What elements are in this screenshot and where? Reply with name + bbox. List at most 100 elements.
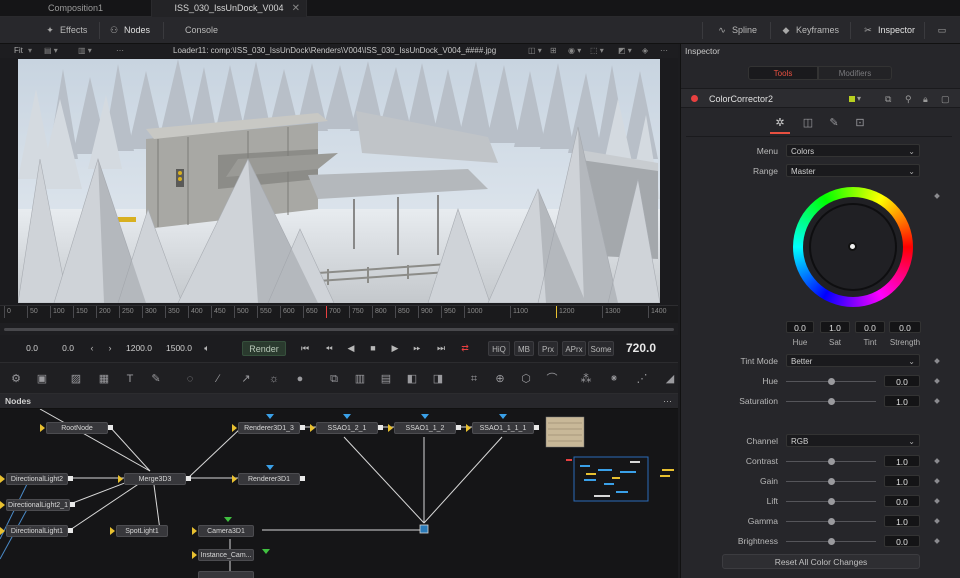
tab-settings[interactable]: ⊡ [850, 116, 870, 134]
node-input-pin[interactable] [232, 475, 237, 483]
tab-options[interactable]: ✎ [824, 116, 844, 134]
current-time-display[interactable]: 720.0 [618, 341, 664, 356]
node-input-pin[interactable] [0, 527, 5, 535]
node-output-pin[interactable] [70, 502, 75, 507]
viewer-option-icon[interactable]: ⊞ [550, 44, 557, 58]
node-input-pin[interactable] [466, 424, 471, 432]
tool-header[interactable]: ColorCorrector2 ▾ ⧉ ⚲ 🔒︎ ▢ [681, 88, 960, 108]
node-input-pin[interactable] [110, 527, 115, 535]
contrast-field[interactable]: 1.0 [884, 455, 920, 467]
global-end-field[interactable]: 1500.0 [156, 341, 192, 356]
range-dropdown[interactable]: Master ⌄ [786, 164, 920, 177]
reset-all-color-changes-button[interactable]: Reset All Color Changes [722, 554, 920, 569]
more-icon[interactable]: ⋯ [660, 44, 668, 58]
polygon-icon[interactable]: ⬡ [518, 371, 534, 387]
node-input-pin[interactable] [118, 475, 123, 483]
hue-field[interactable]: 0.0 [884, 375, 920, 387]
node-directionallight1[interactable]: DirectionalLight1 [6, 525, 68, 537]
particles-icon[interactable]: ⁂ [578, 371, 594, 387]
node-mask-pin[interactable] [499, 414, 507, 419]
viewer-option-icon[interactable]: ◩ ▾ [618, 44, 632, 58]
node-instance-camera[interactable]: Instance_Cam... [198, 549, 254, 561]
viewer-option-icon[interactable]: ▤ ▾ [44, 44, 58, 58]
lift-slider-knob[interactable] [828, 498, 835, 505]
viewer-option-icon[interactable]: ▥ ▾ [78, 44, 92, 58]
node-input-pin[interactable] [0, 501, 5, 509]
brightness-slider-knob[interactable] [828, 538, 835, 545]
node-output-pin[interactable] [108, 425, 113, 430]
merge-icon[interactable]: ⧉ [326, 371, 342, 387]
node-output-pin[interactable] [300, 425, 305, 430]
render-particles-icon[interactable]: ⋰ [634, 371, 650, 387]
go-to-end-icon[interactable]: ⏭︎ [432, 341, 450, 356]
node-mask-pin[interactable] [266, 414, 274, 419]
emitter-icon[interactable]: ⁕ [606, 371, 622, 387]
node-spotlight1[interactable]: SpotLight1 [116, 525, 168, 537]
nodes-button[interactable]: ⚇ Nodes [108, 17, 150, 44]
curves-icon[interactable]: ∕ [210, 371, 226, 387]
spline-button[interactable]: ∿ Spline [716, 17, 757, 44]
node-graph[interactable]: RootNode DirectionalLight2 DirectionalLi… [0, 409, 678, 578]
loader-icon[interactable]: ▣ [34, 371, 50, 387]
version-icon[interactable]: ⧉ [885, 89, 891, 109]
node-output-pin[interactable] [534, 425, 539, 430]
node-input-pin[interactable] [310, 424, 315, 432]
node-input-pin[interactable] [232, 424, 237, 432]
node-input-pin[interactable] [192, 527, 197, 535]
transform-icon[interactable]: ⊕ [492, 371, 508, 387]
node-mask-pin[interactable] [266, 465, 274, 470]
node-output-pin[interactable] [68, 528, 73, 533]
mb-toggle[interactable]: MB [514, 341, 534, 356]
hiq-toggle[interactable]: HiQ [488, 341, 510, 356]
lock-icon[interactable]: 🔒︎ [923, 89, 928, 109]
levels-icon[interactable]: ↗ [238, 371, 254, 387]
render-preview-image[interactable] [18, 59, 660, 303]
monitor-button[interactable]: ▭ [936, 17, 952, 44]
node-renderer3d1-3[interactable]: Renderer3D1_3 [238, 422, 300, 434]
audio-icon[interactable]: 🔈︎ [200, 341, 214, 356]
some-toggle[interactable]: Some [588, 341, 614, 356]
viewer-option-icon[interactable]: ⋯ [116, 44, 124, 58]
mask-icon[interactable]: ◨ [430, 371, 446, 387]
viewer-option-icon[interactable]: ◉ ▾ [568, 44, 581, 58]
gamma-slider-knob[interactable] [828, 518, 835, 525]
node-camera-pin[interactable] [224, 517, 232, 522]
sat-wheel-field[interactable]: 1.0 [820, 321, 850, 333]
lift-field[interactable]: 0.0 [884, 495, 920, 507]
node-output-pin[interactable] [300, 476, 305, 481]
node-output-pin[interactable] [456, 425, 461, 430]
play-icon[interactable]: ▶ [386, 341, 404, 356]
saturation-slider-knob[interactable] [828, 398, 835, 405]
channel-icon[interactable]: ▤ [378, 371, 394, 387]
strength-wheel-field[interactable]: 0.0 [889, 321, 921, 333]
scrubber-track[interactable] [4, 328, 674, 331]
node-ssao1-2-1[interactable]: SSAO1_2_1 [316, 422, 378, 434]
play-reverse-icon[interactable]: ◀ [342, 341, 360, 356]
node-rootnode[interactable]: RootNode [46, 422, 108, 434]
paint-icon[interactable]: ▦ [96, 371, 112, 387]
close-icon[interactable]: ✕ [292, 0, 300, 17]
tab-levels[interactable]: ◫ [798, 116, 818, 134]
tab-color-wheel[interactable]: ✲ [770, 116, 790, 134]
viewer-option-icon[interactable]: ⬚ ▾ [590, 44, 604, 58]
brightness-icon[interactable]: ☼ [266, 371, 282, 387]
menu-dropdown[interactable]: Colors ⌄ [786, 144, 920, 157]
node-mask-pin[interactable] [421, 414, 429, 419]
color-corrector-icon[interactable]: ◌ [182, 371, 198, 387]
brightness-field[interactable]: 0.0 [884, 535, 920, 547]
prx-toggle[interactable]: Prx [538, 341, 558, 356]
timeline-scrubber[interactable] [0, 323, 678, 335]
hue-wheel-field[interactable]: 0.0 [786, 321, 814, 333]
color-wheel[interactable] [793, 187, 913, 307]
fit-dropdown[interactable]: Fit [14, 44, 23, 58]
pin-icon[interactable]: ⚲ [905, 89, 912, 109]
render-end-field[interactable]: 1200.0 [116, 341, 152, 356]
step-forward-icon[interactable]: ⏩︎ [408, 341, 426, 356]
node-input-pin[interactable] [192, 551, 197, 559]
reset-icon[interactable]: ▢ [941, 89, 950, 109]
bspline-icon[interactable]: ⌒ [544, 371, 560, 387]
node-mask-pin[interactable] [343, 414, 351, 419]
tab-iss-030[interactable]: ISS_030_IssUnDock_V004 ✕ [152, 0, 307, 17]
hue-slider-knob[interactable] [828, 378, 835, 385]
tint-wheel-field[interactable]: 0.0 [855, 321, 885, 333]
